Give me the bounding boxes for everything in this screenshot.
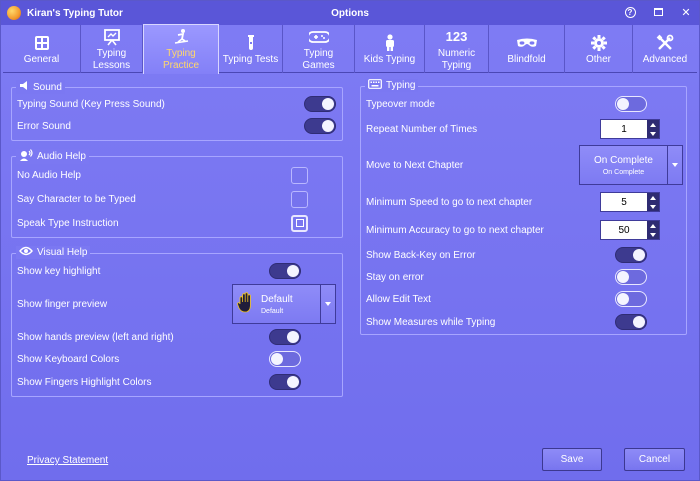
typing-group-title: Typing xyxy=(386,80,416,91)
stay-on-error-label: Stay on error xyxy=(366,271,424,283)
hands-preview-label: Show hands preview (left and right) xyxy=(17,331,174,343)
min-speed-value[interactable]: 5 xyxy=(601,193,647,211)
finger-preview-subvalue: Default xyxy=(261,307,284,315)
visual-help-group-title: Visual Help xyxy=(37,247,88,258)
speak-instruction-checkbox[interactable] xyxy=(291,214,308,232)
sound-group: Sound Typing Sound (Key Press Sound) Err… xyxy=(11,80,343,141)
gamepad-icon xyxy=(308,27,329,47)
next-chapter-subvalue: On Complete xyxy=(602,168,645,176)
tab-numeric-typing[interactable]: 123 Numeric Typing xyxy=(425,25,489,73)
next-chapter-label: Move to Next Chapter xyxy=(366,159,464,171)
gear-icon xyxy=(590,33,608,53)
keyboard-colors-toggle[interactable] xyxy=(269,351,301,367)
child-icon xyxy=(383,33,397,53)
min-accuracy-stepper[interactable]: 50 xyxy=(600,220,660,240)
repeat-stepper[interactable]: 1 xyxy=(600,119,660,139)
next-chapter-dropdown[interactable]: On Complete On Complete xyxy=(579,145,683,185)
finger-colors-toggle[interactable] xyxy=(269,374,301,390)
show-measures-label: Show Measures while Typing xyxy=(366,316,496,328)
min-speed-label: Minimum Speed to go to next chapter xyxy=(366,196,533,208)
min-accuracy-value[interactable]: 50 xyxy=(601,221,647,239)
finger-colors-label: Show Fingers Highlight Colors xyxy=(17,376,152,388)
numbers-123-icon: 123 xyxy=(445,28,468,44)
key-highlight-toggle[interactable] xyxy=(269,263,301,279)
save-button[interactable]: Save xyxy=(542,448,602,471)
allow-edit-toggle[interactable] xyxy=(615,291,647,307)
audio-help-group: Audio Help No Audio Help Say Character t… xyxy=(11,149,343,238)
next-chapter-value: On Complete xyxy=(594,154,653,166)
tab-blindfold[interactable]: Blindfold xyxy=(489,25,565,73)
min-accuracy-increment-button[interactable] xyxy=(647,221,659,230)
speak-instruction-label: Speak Type Instruction xyxy=(17,217,119,229)
title-bar: Kiran's Typing Tutor Options ? ✕ xyxy=(1,1,699,25)
backkey-label: Show Back-Key on Error xyxy=(366,249,476,261)
key-highlight-label: Show key highlight xyxy=(17,265,101,277)
backkey-toggle[interactable] xyxy=(615,247,647,263)
hand-icon xyxy=(237,291,255,317)
test-tube-icon xyxy=(243,33,259,53)
error-sound-label: Error Sound xyxy=(17,120,71,132)
speaker-icon xyxy=(19,80,29,94)
tools-icon xyxy=(656,33,674,53)
say-character-label: Say Character to be Typed xyxy=(17,193,136,205)
finger-preview-label: Show finger preview xyxy=(17,298,108,310)
hands-preview-toggle[interactable] xyxy=(269,329,301,345)
tab-typing-lessons[interactable]: Typing Lessons xyxy=(81,25,143,73)
typeover-label: Typeover mode xyxy=(366,98,435,110)
tab-typing-tests[interactable]: Typing Tests xyxy=(219,25,283,73)
repeat-label: Repeat Number of Times xyxy=(366,123,478,135)
min-speed-decrement-button[interactable] xyxy=(647,202,659,211)
error-sound-toggle[interactable] xyxy=(304,118,336,134)
speaking-head-icon xyxy=(19,149,33,164)
stay-on-error-toggle[interactable] xyxy=(615,269,647,285)
no-audio-help-label: No Audio Help xyxy=(17,169,81,181)
no-audio-help-checkbox[interactable] xyxy=(291,166,308,184)
keyboard-colors-label: Show Keyboard Colors xyxy=(17,353,120,365)
audio-help-group-title: Audio Help xyxy=(37,151,86,162)
typing-sound-label: Typing Sound (Key Press Sound) xyxy=(17,98,165,110)
tab-kids-typing[interactable]: Kids Typing xyxy=(355,25,425,73)
finger-preview-dropdown[interactable]: Default Default xyxy=(232,284,336,324)
options-window: Kiran's Typing Tutor Options ? ✕ General… xyxy=(0,0,700,481)
chevron-down-icon xyxy=(320,285,335,323)
chevron-down-icon xyxy=(667,146,682,184)
min-speed-increment-button[interactable] xyxy=(647,193,659,202)
typing-sound-toggle[interactable] xyxy=(304,96,336,112)
repeat-increment-button[interactable] xyxy=(647,120,659,129)
show-measures-toggle[interactable] xyxy=(615,314,647,330)
presentation-board-icon xyxy=(103,27,121,47)
typing-group: Typing Typeover mode Repeat Number of Ti… xyxy=(360,79,687,335)
repeat-decrement-button[interactable] xyxy=(647,129,659,138)
min-speed-stepper[interactable]: 5 xyxy=(600,192,660,212)
keyboard-icon xyxy=(368,79,382,92)
privacy-statement-link[interactable]: Privacy Statement xyxy=(27,455,108,466)
keyboard-grid-icon xyxy=(34,33,50,53)
say-character-checkbox[interactable] xyxy=(291,190,308,208)
tab-other[interactable]: Other xyxy=(565,25,633,73)
min-accuracy-decrement-button[interactable] xyxy=(647,230,659,239)
allow-edit-label: Allow Edit Text xyxy=(366,293,431,305)
help-icon[interactable]: ? xyxy=(623,5,637,19)
close-icon[interactable]: ✕ xyxy=(679,5,693,19)
repeat-value[interactable]: 1 xyxy=(601,120,647,138)
tab-typing-games[interactable]: Typing Games xyxy=(283,25,355,73)
blindfold-mask-icon xyxy=(516,33,538,53)
skier-icon xyxy=(172,27,190,47)
visual-help-group: Visual Help Show key highlight Show fing… xyxy=(11,246,343,397)
tab-typing-practice[interactable]: Typing Practice xyxy=(143,24,219,74)
app-title: Kiran's Typing Tutor xyxy=(27,7,123,19)
eye-icon xyxy=(19,246,33,259)
sound-group-title: Sound xyxy=(33,81,62,93)
tab-bar: General Typing Lessons Typing Practice T… xyxy=(3,24,697,74)
tab-advanced[interactable]: Advanced xyxy=(633,25,697,73)
tab-general[interactable]: General xyxy=(3,25,81,73)
maximize-icon[interactable] xyxy=(651,5,665,19)
cancel-button[interactable]: Cancel xyxy=(624,448,685,471)
app-logo-icon xyxy=(7,6,21,20)
min-accuracy-label: Minimum Accuracy to go to next chapter xyxy=(366,224,544,236)
finger-preview-value: Default xyxy=(261,293,293,305)
typeover-toggle[interactable] xyxy=(615,96,647,112)
